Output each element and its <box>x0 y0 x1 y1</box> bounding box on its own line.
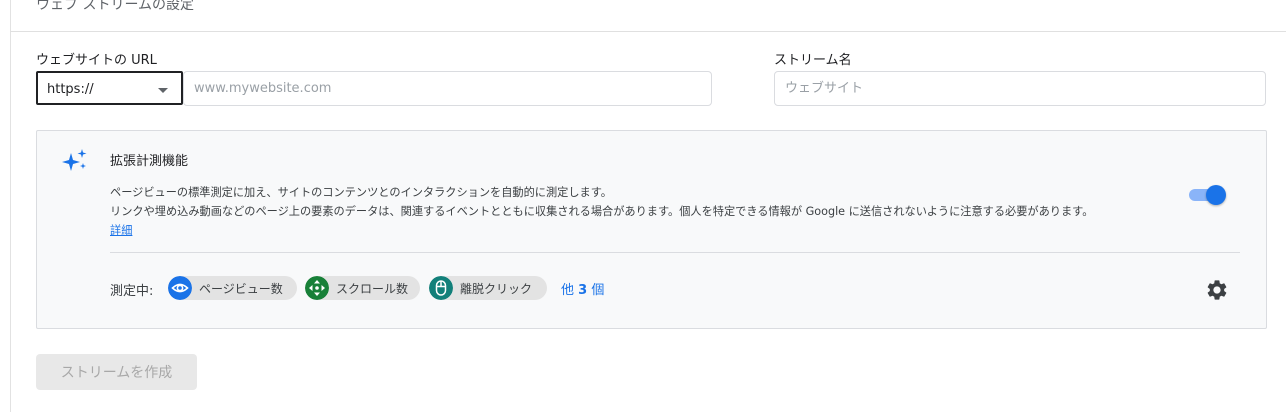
mouse-icon <box>429 276 453 300</box>
protocol-value: https:// <box>47 82 94 97</box>
description-line-2: リンクや埋め込み動画などのページ上の要素のデータは、関連するイベントとともに収集… <box>110 205 1094 218</box>
more-suffix: 個 <box>591 283 605 298</box>
chip-page-views[interactable]: ページビュー数 <box>168 276 297 300</box>
enhanced-measurement-title: 拡張計測機能 <box>110 154 189 169</box>
measuring-label: 測定中: <box>110 284 154 299</box>
chip-scrolls[interactable]: スクロール数 <box>305 276 420 300</box>
sparkle-icon <box>62 149 87 171</box>
url-label: ウェブサイトの URL <box>36 53 157 68</box>
website-url-input[interactable] <box>183 71 712 106</box>
chip-label: 離脱クリック <box>460 282 533 296</box>
description-line-1: ページビューの標準測定に加え、サイトのコンテンツとのインタラクションを自動的に測… <box>110 186 612 199</box>
more-prefix: 他 <box>561 283 575 298</box>
stream-name-input[interactable] <box>774 71 1266 106</box>
chip-label: スクロール数 <box>336 282 409 296</box>
protocol-select[interactable]: https:// <box>36 71 183 105</box>
stream-name-label: ストリーム名 <box>774 53 852 68</box>
card-divider <box>110 252 1240 253</box>
header-divider <box>10 31 1286 32</box>
enhanced-measurement-toggle[interactable] <box>1188 184 1226 206</box>
chip-label: ページビュー数 <box>199 282 283 296</box>
eye-icon <box>168 276 192 300</box>
left-border <box>10 0 11 412</box>
toggle-thumb <box>1206 185 1226 205</box>
chip-outbound-clicks[interactable]: 離脱クリック <box>429 276 547 300</box>
gear-icon[interactable] <box>1205 278 1229 302</box>
enhanced-measurement-description: ページビューの標準測定に加え、サイトのコンテンツとのインタラクションを自動的に測… <box>110 183 1093 240</box>
scroll-arrows-icon <box>305 276 329 300</box>
more-count: 3 <box>578 283 588 298</box>
page-title: ウェブ ストリームの設定 <box>36 0 195 13</box>
create-stream-button[interactable]: ストリームを作成 <box>36 354 197 390</box>
details-link[interactable]: 詳細 <box>110 224 132 237</box>
enhanced-measurement-card: 拡張計測機能 ページビューの標準測定に加え、サイトのコンテンツとのインタラクショ… <box>36 130 1267 329</box>
dropdown-caret-icon <box>158 88 168 93</box>
more-events-link[interactable]: 他 3 個 <box>561 279 604 298</box>
